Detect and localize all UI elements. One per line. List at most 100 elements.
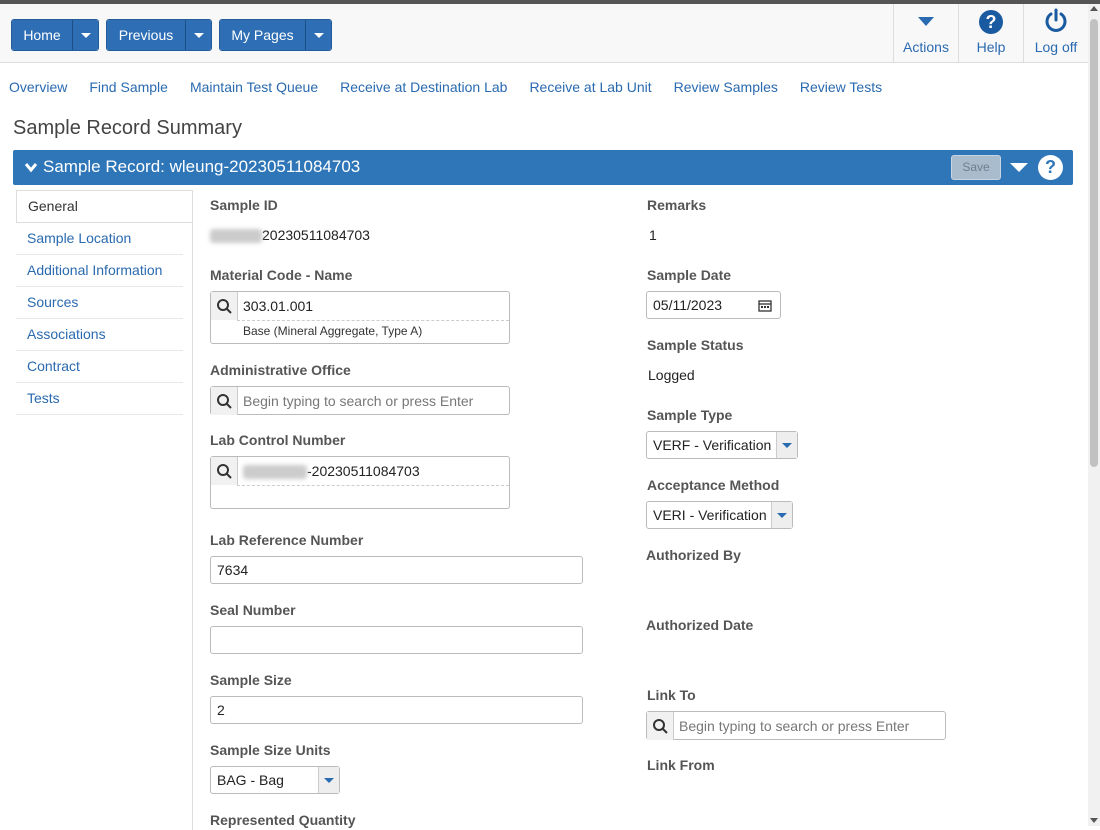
authorized-date-label: Authorized Date [646,617,754,633]
sidebar-item-contract[interactable]: Contract [16,351,183,383]
mypages-button[interactable]: My Pages [220,20,306,50]
nav-find-sample[interactable]: Find Sample [89,79,168,95]
sample-date-input[interactable]: 05/11/2023 [646,291,781,319]
home-button[interactable]: Home [12,20,73,50]
sidebar-item-tests[interactable]: Tests [16,383,183,415]
sidebar-item-sources[interactable]: Sources [16,287,183,319]
help-button[interactable]: ? Help [958,4,1023,62]
home-dropdown-icon[interactable] [73,20,98,50]
sidebar-item-sample-location[interactable]: Sample Location [16,223,183,255]
lab-control-description [237,485,509,510]
actions-label: Actions [903,39,949,55]
search-icon[interactable] [211,457,238,485]
sidebar-item-associations[interactable]: Associations [16,319,183,351]
remarks-label: Remarks [647,197,707,213]
section-menu-icon[interactable] [1010,163,1028,172]
material-code-label: Material Code - Name [210,267,353,283]
nav-overview[interactable]: Overview [9,79,67,95]
sample-size-input[interactable]: 2 [210,696,583,724]
chevron-down-icon[interactable] [24,160,38,174]
lab-control-text: -20230511084703 [307,463,420,479]
home-split-button: Home [11,19,99,51]
actions-caret-icon [918,17,934,26]
sample-status-label: Sample Status [647,337,744,353]
sidebar: General Sample Location Additional Infor… [16,190,193,830]
sidebar-item-additional-information[interactable]: Additional Information [16,255,183,287]
remarks-value: 1 [649,227,657,243]
scroll-up-icon[interactable] [1090,6,1098,11]
section-header: Sample Record: wleung-20230511084703 Sav… [13,150,1073,185]
acceptance-method-select[interactable]: VERI - Verification [646,501,793,529]
acceptance-method-value: VERI - Verification [653,507,767,523]
sample-size-units-select[interactable]: BAG - Bag [210,766,340,794]
material-code-description: Base (Mineral Aggregate, Type A) [237,320,509,341]
sample-date-label: Sample Date [647,267,732,283]
chevron-down-icon[interactable] [776,432,797,458]
previous-split-button: Previous [106,19,212,51]
sample-id-value: 20230511084703 [210,227,370,244]
link-to-field[interactable]: Begin typing to search or press Enter [646,711,946,740]
acceptance-method-label: Acceptance Method [647,477,780,493]
sample-size-units-value: BAG - Bag [217,772,284,788]
previous-dropdown-icon[interactable] [186,20,211,50]
link-to-placeholder: Begin typing to search or press Enter [679,718,910,734]
lab-control-value: -20230511084703 [243,457,420,485]
calendar-icon[interactable] [758,299,772,312]
link-from-label: Link From [647,757,715,773]
admin-office-label: Administrative Office [210,362,351,378]
lab-reference-label: Lab Reference Number [210,532,364,548]
scrollbar-thumb[interactable] [1090,19,1098,467]
mypages-dropdown-icon[interactable] [306,20,331,50]
seal-number-input[interactable] [210,626,583,654]
lab-control-label: Lab Control Number [210,432,346,448]
previous-button[interactable]: Previous [107,20,186,50]
nav-receive-lab-unit[interactable]: Receive at Lab Unit [529,79,651,95]
redacted-text [243,465,307,480]
sample-date-value: 05/11/2023 [653,297,723,313]
power-icon [1045,8,1067,32]
nav-receive-destination-lab[interactable]: Receive at Destination Lab [340,79,507,95]
search-icon[interactable] [211,387,238,415]
help-icon: ? [979,10,1003,34]
mypages-split-button: My Pages [219,19,332,51]
admin-office-field[interactable]: Begin typing to search or press Enter [210,386,510,415]
lab-reference-input[interactable]: 7634 [210,556,583,584]
nav-maintain-test-queue[interactable]: Maintain Test Queue [190,79,318,95]
actions-button[interactable]: Actions [893,4,958,62]
top-toolbar: Home Previous My Pages Actions ? Help Lo… [0,4,1088,63]
sample-status-value: Logged [648,367,695,383]
page-title: Sample Record Summary [13,117,242,139]
search-icon[interactable] [647,712,674,740]
section-help-icon[interactable]: ? [1038,155,1063,180]
nav-review-tests[interactable]: Review Tests [800,79,882,95]
toolbar-actions: Actions ? Help Log off [893,4,1088,62]
chevron-down-icon[interactable] [318,767,339,793]
sample-id-label: Sample ID [210,197,278,213]
component-nav: Overview Find Sample Maintain Test Queue… [9,79,904,95]
admin-office-placeholder: Begin typing to search or press Enter [243,393,474,409]
help-label: Help [976,39,1006,55]
material-code-value: 303.01.001 [243,298,314,314]
nav-review-samples[interactable]: Review Samples [674,79,778,95]
sample-id-text: 20230511084703 [262,227,370,243]
save-button[interactable]: Save [951,155,1001,180]
search-icon[interactable] [211,292,238,320]
sample-type-select[interactable]: VERF - Verification [646,431,798,459]
lab-control-field[interactable]: -20230511084703 [210,456,510,509]
chevron-down-icon[interactable] [771,502,792,528]
scroll-down-icon[interactable] [1090,818,1098,823]
sample-type-value: VERF - Verification [653,437,772,453]
logoff-label: Log off [1034,39,1078,55]
redacted-text [210,229,262,244]
material-code-field[interactable]: 303.01.001 Base (Mineral Aggregate, Type… [210,291,510,344]
sample-size-label: Sample Size [210,672,292,688]
sample-type-label: Sample Type [647,407,733,423]
link-to-label: Link To [647,687,696,703]
sidebar-item-general[interactable]: General [16,190,192,223]
vertical-scrollbar[interactable] [1088,4,1100,826]
seal-number-label: Seal Number [210,602,296,618]
section-title: Sample Record: wleung-20230511084703 [43,157,361,176]
sample-size-units-label: Sample Size Units [210,742,331,758]
authorized-by-label: Authorized By [646,547,741,563]
logoff-button[interactable]: Log off [1023,4,1088,62]
